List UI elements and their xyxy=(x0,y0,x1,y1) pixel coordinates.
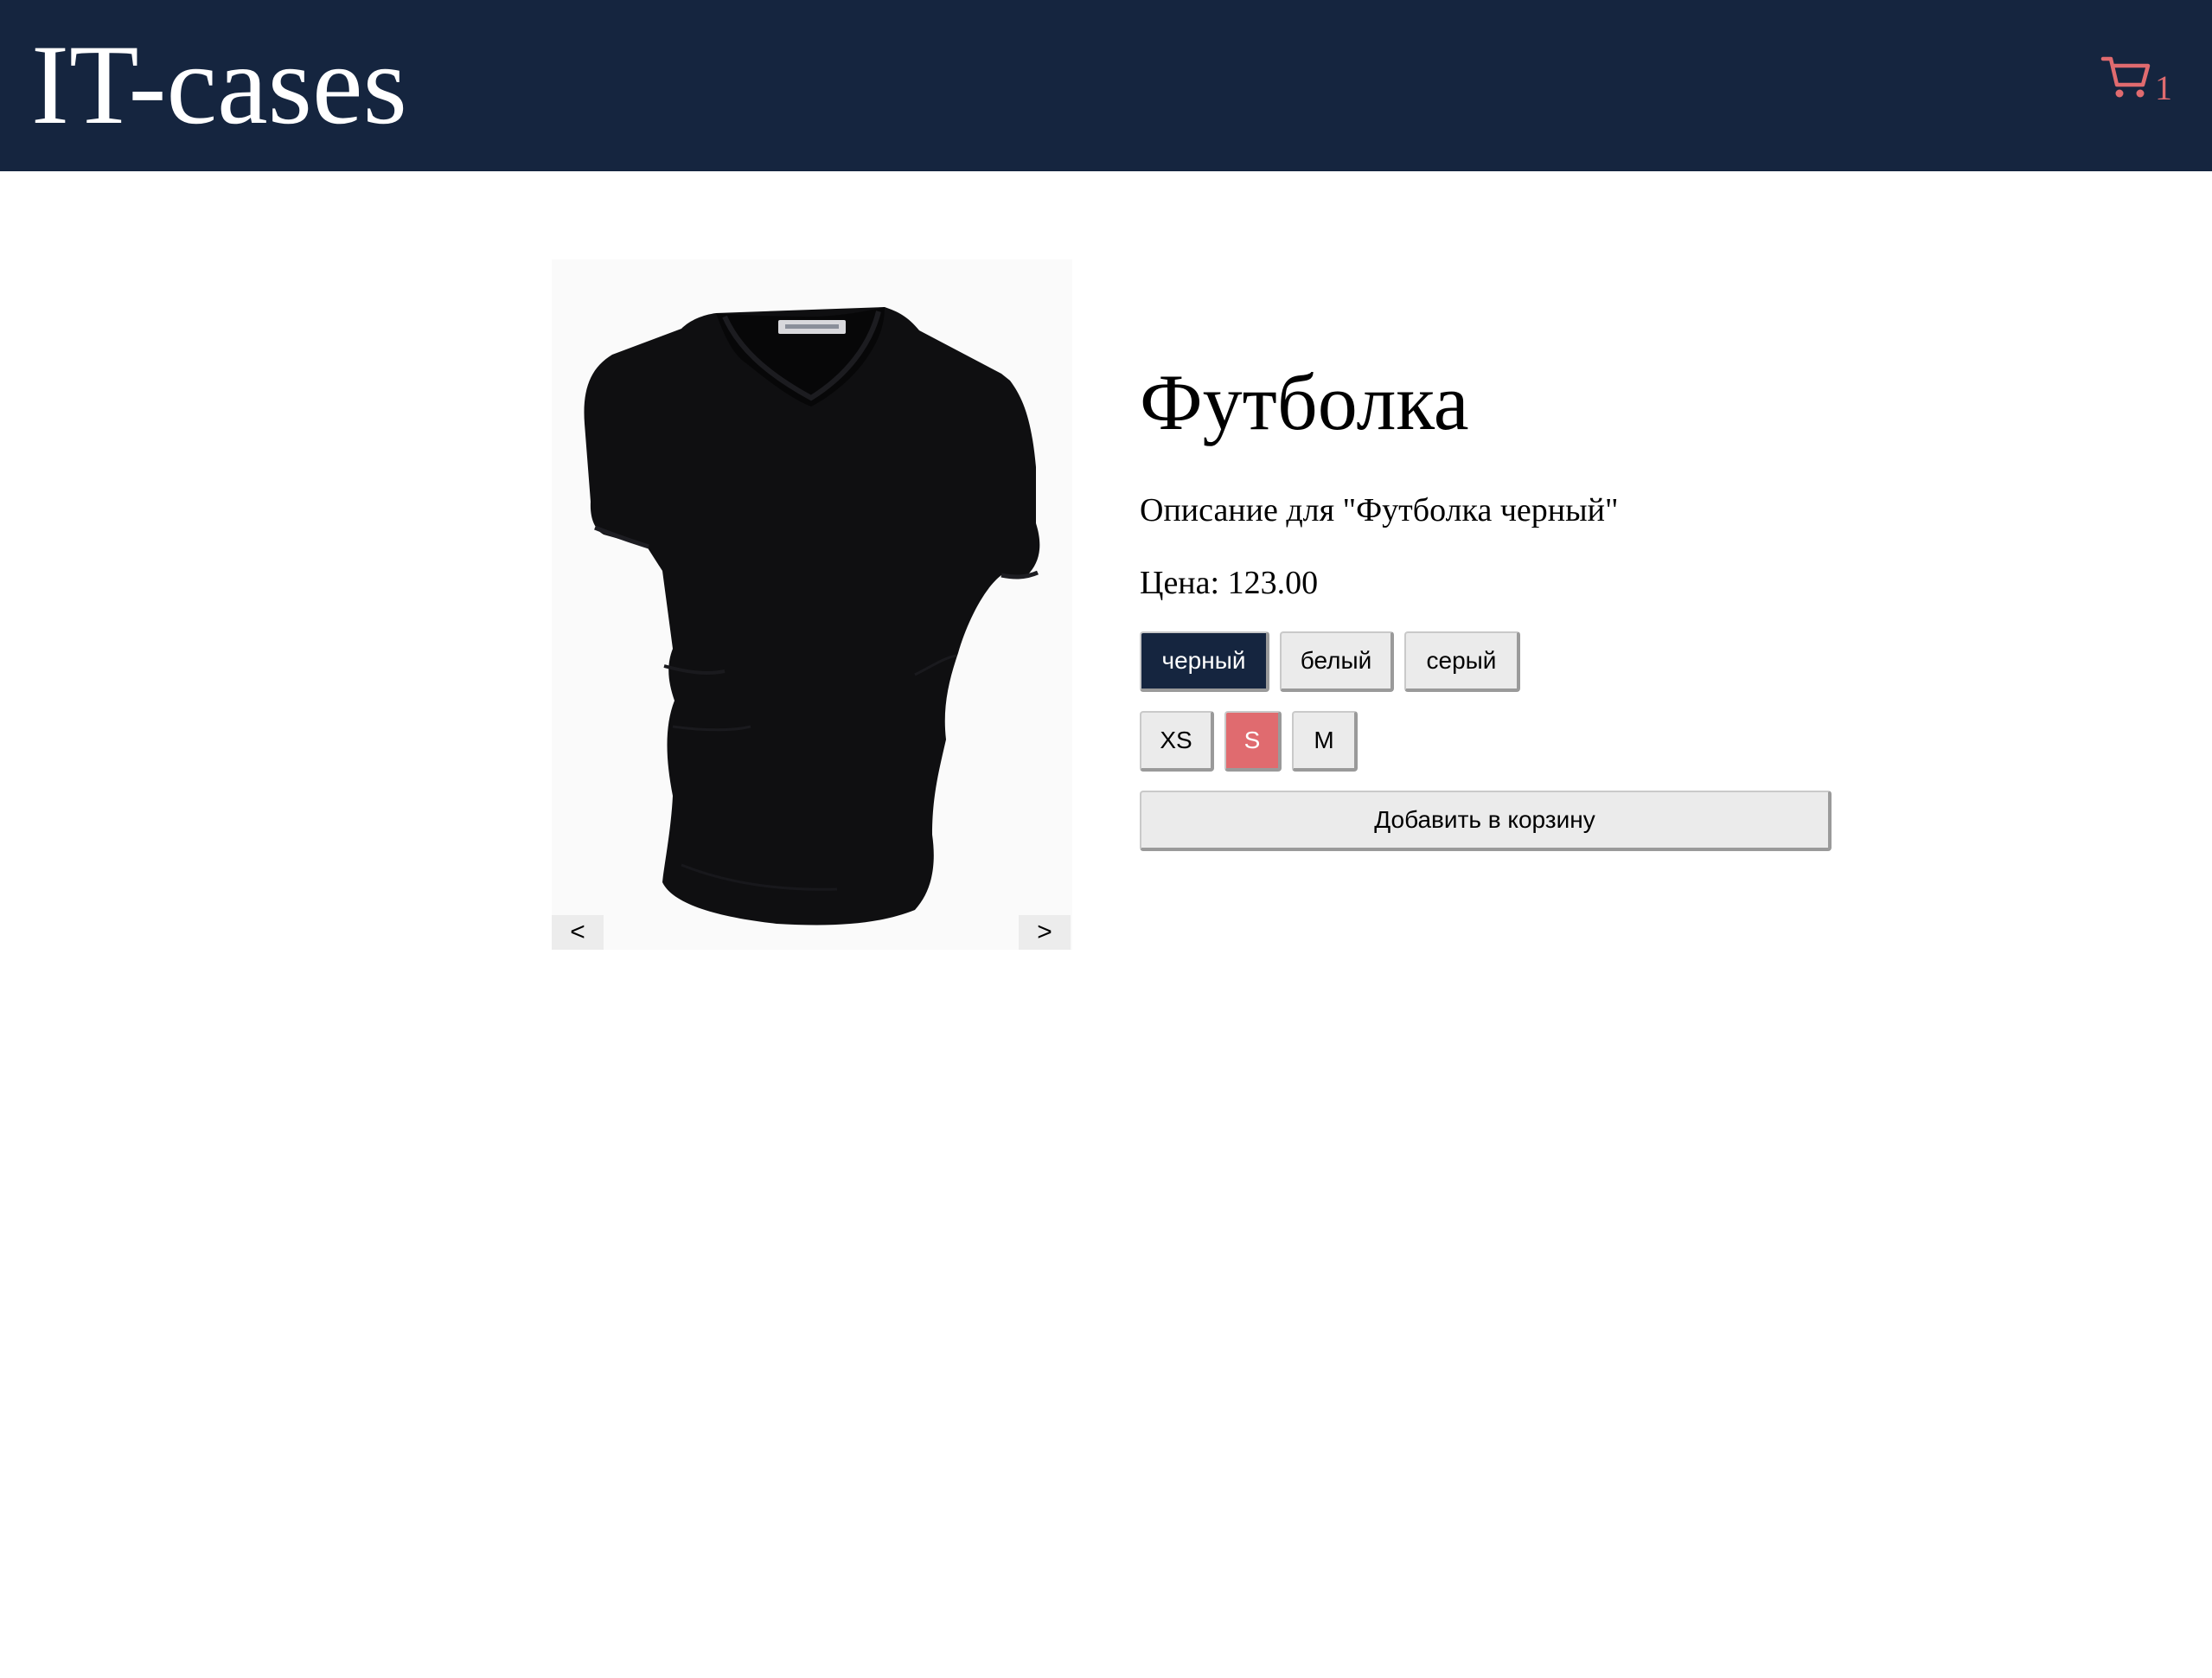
size-option-m[interactable]: M xyxy=(1292,711,1358,772)
cart-count-badge: 1 xyxy=(2155,68,2172,107)
color-option-black[interactable]: черный xyxy=(1140,631,1269,692)
product-price: Цена: 123.00 xyxy=(1140,565,1319,601)
product-image-gallery: < > xyxy=(552,259,1072,950)
color-option-gray[interactable]: серый xyxy=(1404,631,1520,692)
site-logo[interactable]: IT-cases xyxy=(31,16,407,154)
site-header: IT-cases 1 xyxy=(0,0,2212,171)
size-option-s[interactable]: S xyxy=(1224,711,1282,772)
gallery-next-button[interactable]: > xyxy=(1019,915,1071,950)
cart-button[interactable]: 1 xyxy=(2100,50,2172,111)
product-title: Футболка xyxy=(1140,358,1469,446)
cart-icon xyxy=(2100,56,2151,98)
size-option-xs[interactable]: XS xyxy=(1140,711,1214,772)
add-to-cart-button[interactable]: Добавить в корзину xyxy=(1140,791,1832,851)
gallery-prev-button[interactable]: < xyxy=(552,915,604,950)
product-image xyxy=(552,259,1072,950)
color-options: черный белый серый xyxy=(1140,631,1520,692)
size-options: XS S M xyxy=(1140,711,1358,772)
color-option-white[interactable]: белый xyxy=(1280,631,1394,692)
product-description: Описание для "Футболка черный" xyxy=(1140,492,1619,528)
